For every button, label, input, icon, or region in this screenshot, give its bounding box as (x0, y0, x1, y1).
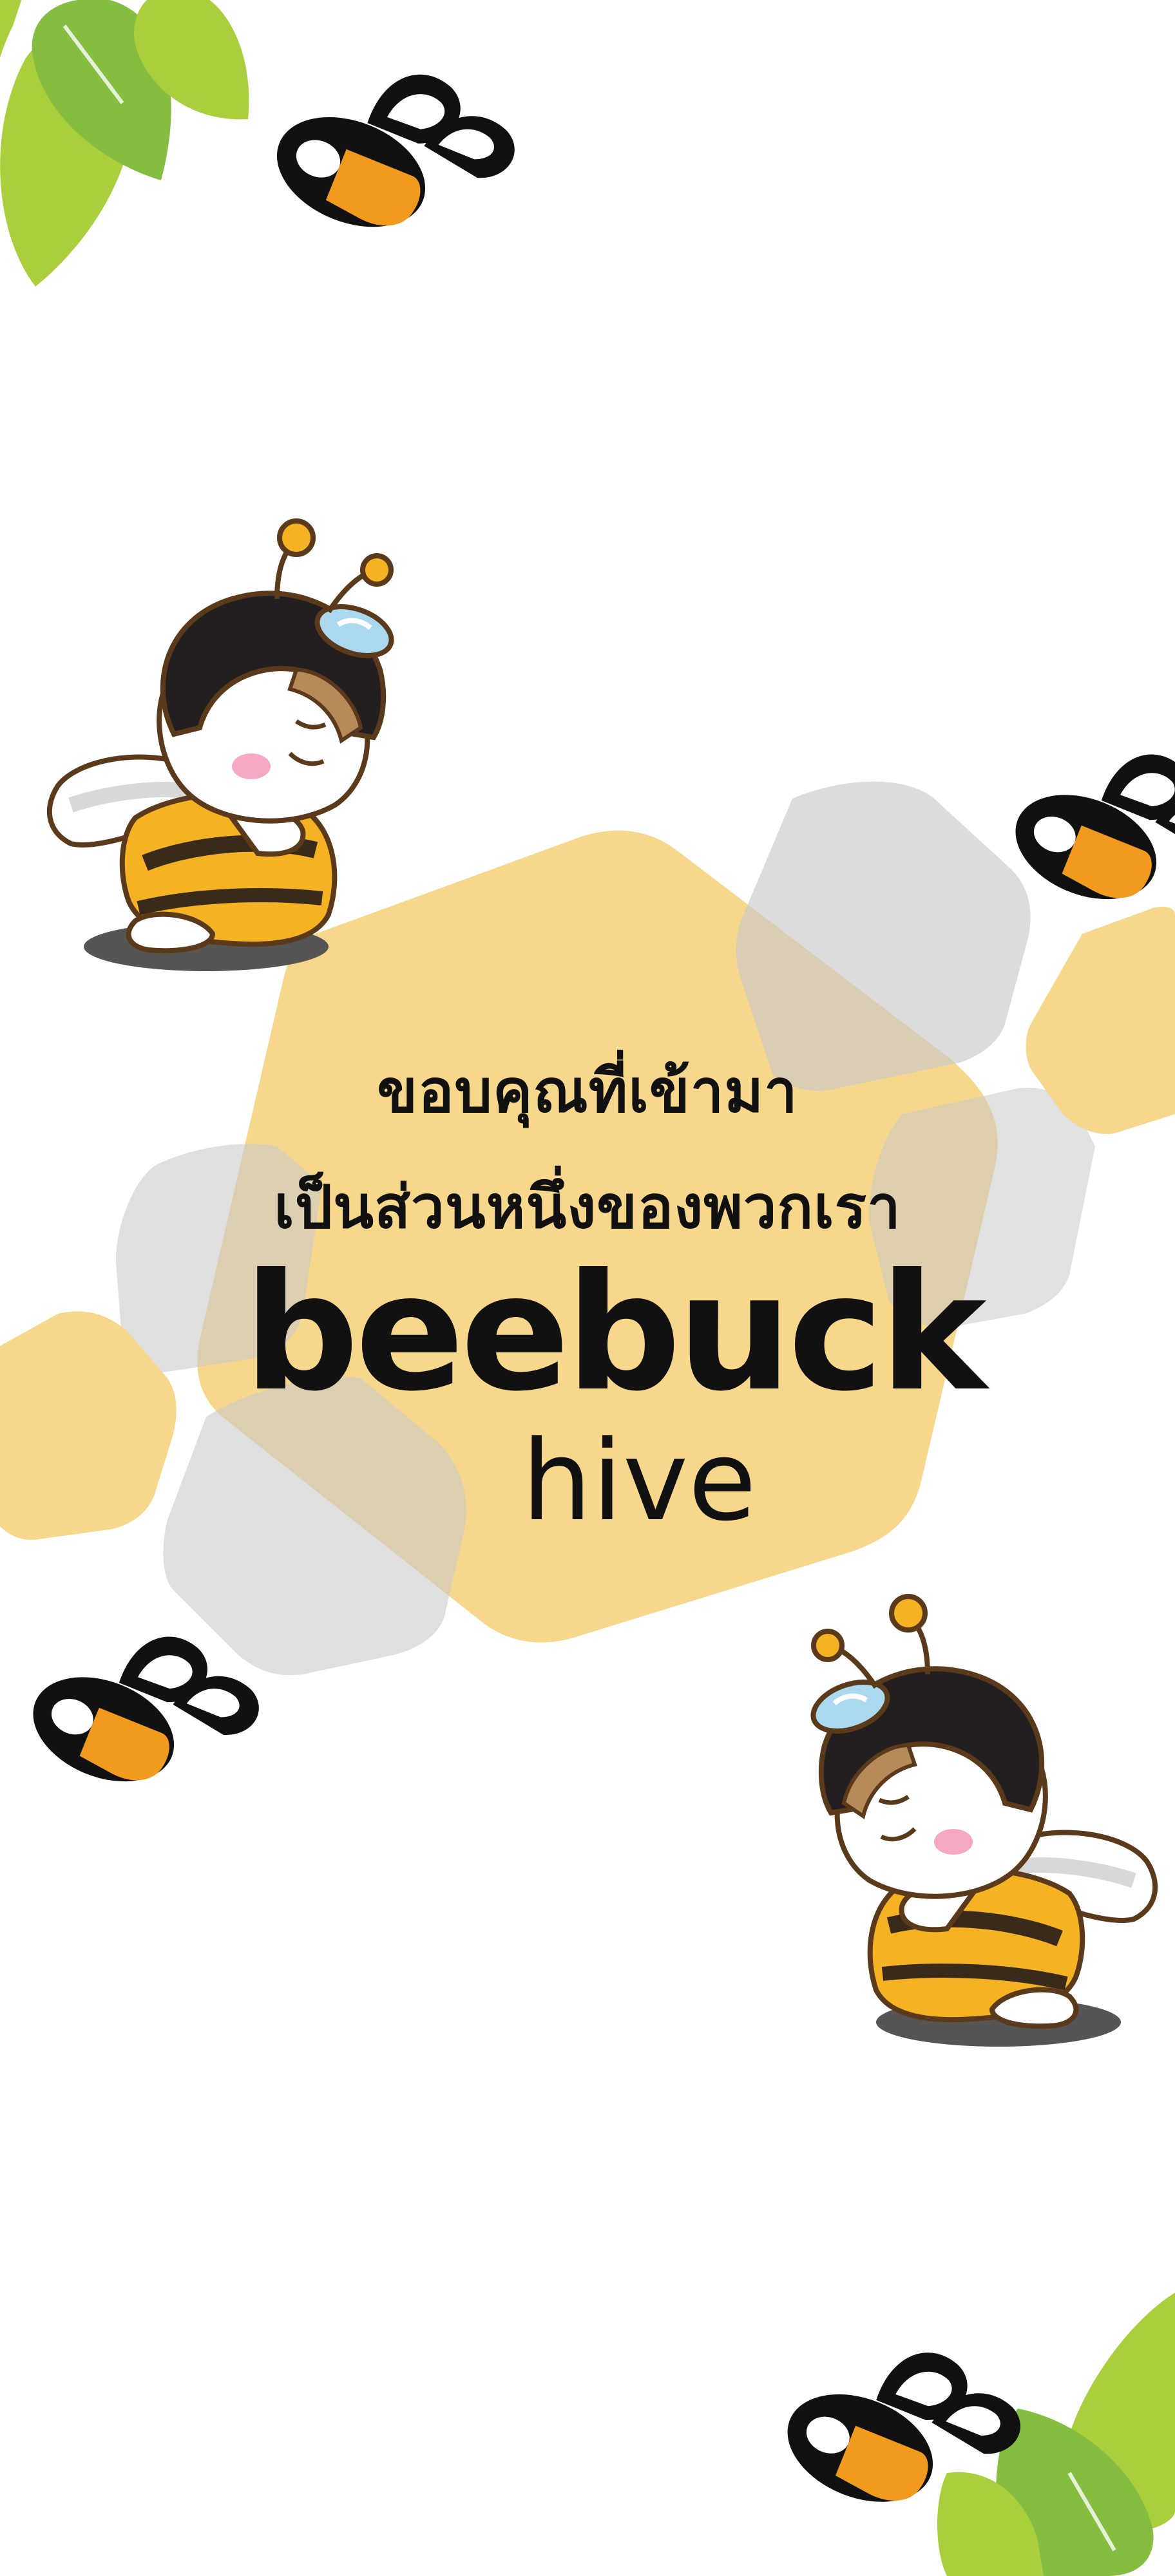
bee-mascot-bowing-icon (807, 1596, 1155, 2047)
thank-you-line-1: ขอบคุณที่เข้ามา (377, 1057, 798, 1126)
brand-subtitle: hive (521, 1416, 757, 1546)
bee-mascot-bowing-icon (50, 521, 398, 971)
thank-you-line-2: เป็นส่วนหนึ่งของพวกเรา (274, 1173, 901, 1242)
brand-name: beebuck (244, 1239, 986, 1426)
